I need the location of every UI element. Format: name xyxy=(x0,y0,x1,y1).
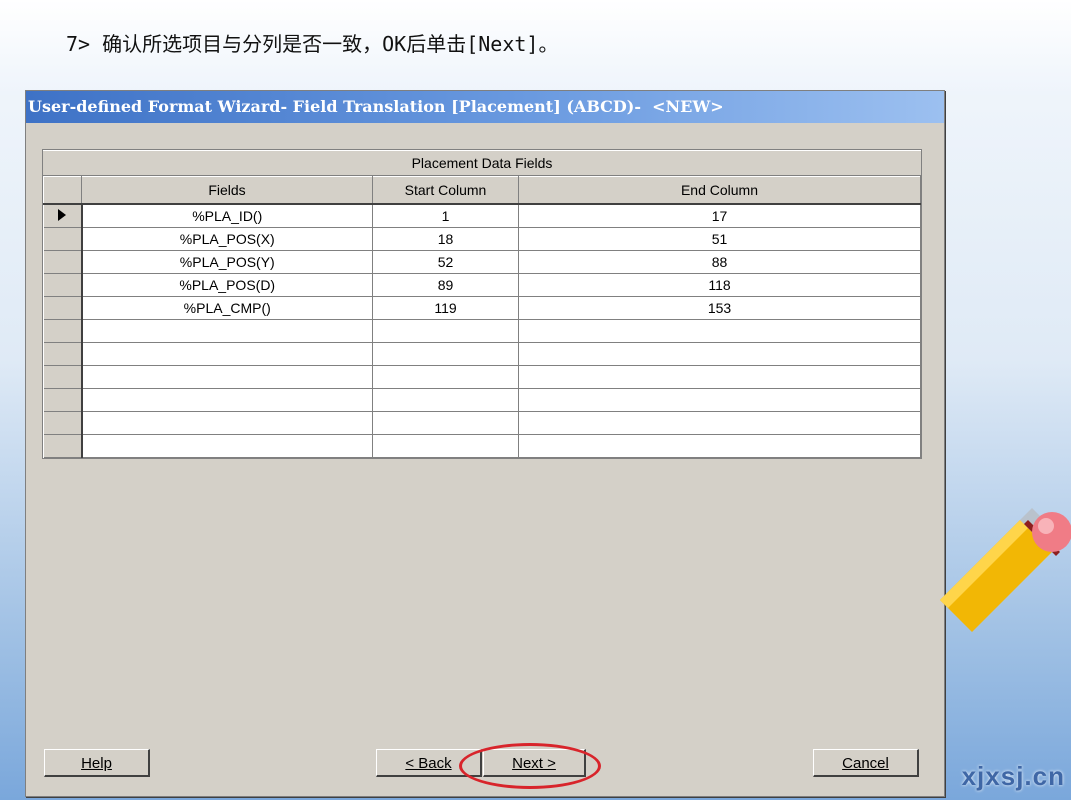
column-header-start-column[interactable]: Start Column xyxy=(372,176,519,205)
instruction-text: 7> 确认所选项目与分列是否一致，OK后单击[Next]。 xyxy=(66,32,559,56)
field-cell[interactable] xyxy=(81,388,373,412)
field-cell[interactable] xyxy=(81,434,373,458)
empty-row[interactable] xyxy=(43,342,921,366)
row-selector[interactable] xyxy=(43,296,83,320)
empty-row[interactable] xyxy=(43,319,921,343)
wizard-dialog: User-defined Format Wizard- Field Transl… xyxy=(25,90,945,797)
field-cell[interactable]: %PLA_ID() xyxy=(81,204,373,228)
brand-watermark: xjxsj.cn xyxy=(961,761,1065,791)
cancel-button[interactable]: Cancel xyxy=(813,749,919,777)
pencil-icon xyxy=(940,508,1071,632)
column-header-end-column[interactable]: End Column xyxy=(518,176,921,205)
end-column-cell[interactable]: 17 xyxy=(518,204,921,228)
end-column-cell[interactable] xyxy=(518,342,921,366)
placement-data-grid: Placement Data Fields Fields Start Colum… xyxy=(42,149,922,459)
empty-row[interactable] xyxy=(43,388,921,412)
field-cell[interactable]: %PLA_CMP() xyxy=(81,296,373,320)
empty-row[interactable] xyxy=(43,365,921,389)
row-selector[interactable] xyxy=(43,203,83,228)
end-column-cell[interactable]: 153 xyxy=(518,296,921,320)
help-button[interactable]: Help xyxy=(44,749,150,777)
start-column-cell[interactable]: 89 xyxy=(372,273,519,297)
end-column-cell[interactable] xyxy=(518,434,921,458)
row-selector[interactable] xyxy=(43,250,83,274)
end-column-cell[interactable] xyxy=(518,388,921,412)
start-column-cell[interactable]: 18 xyxy=(372,227,519,251)
end-column-cell[interactable]: 118 xyxy=(518,273,921,297)
field-cell[interactable] xyxy=(81,319,373,343)
row-selector[interactable] xyxy=(43,411,83,435)
row-indicator-header xyxy=(43,176,82,205)
field-cell[interactable] xyxy=(81,411,373,435)
row-selector[interactable] xyxy=(43,227,83,251)
row-selector[interactable] xyxy=(43,273,83,297)
start-column-cell[interactable]: 119 xyxy=(372,296,519,320)
fields-table: Fields Start Column End Column %PLA_ID()… xyxy=(43,176,921,458)
end-column-cell[interactable]: 88 xyxy=(518,250,921,274)
row-selector[interactable] xyxy=(43,342,83,366)
row-selector[interactable] xyxy=(43,434,83,458)
start-column-cell[interactable] xyxy=(372,319,519,343)
end-column-cell[interactable] xyxy=(518,365,921,389)
start-column-cell[interactable] xyxy=(372,342,519,366)
dialog-titlebar: User-defined Format Wizard- Field Transl… xyxy=(26,91,944,123)
start-column-cell[interactable]: 52 xyxy=(372,250,519,274)
next-button[interactable]: Next > xyxy=(483,749,586,777)
end-column-cell[interactable]: 51 xyxy=(518,227,921,251)
back-button[interactable]: < Back xyxy=(376,749,482,777)
current-row-arrow-icon xyxy=(58,209,66,221)
field-cell[interactable]: %PLA_POS(D) xyxy=(81,273,373,297)
empty-row[interactable] xyxy=(43,434,921,458)
field-cell[interactable] xyxy=(81,365,373,389)
empty-row[interactable] xyxy=(43,411,921,435)
row-selector[interactable] xyxy=(43,365,83,389)
start-column-cell[interactable]: 1 xyxy=(372,204,519,228)
row-selector[interactable] xyxy=(43,319,83,343)
end-column-cell[interactable] xyxy=(518,411,921,435)
column-header-fields[interactable]: Fields xyxy=(81,176,373,205)
table-row[interactable]: %PLA_ID() 1 17 xyxy=(43,203,921,228)
start-column-cell[interactable] xyxy=(372,411,519,435)
start-column-cell[interactable] xyxy=(372,434,519,458)
start-column-cell[interactable] xyxy=(372,365,519,389)
field-cell[interactable]: %PLA_POS(Y) xyxy=(81,250,373,274)
field-cell[interactable]: %PLA_POS(X) xyxy=(81,227,373,251)
table-row[interactable]: %PLA_CMP() 119 153 xyxy=(43,296,921,320)
end-column-cell[interactable] xyxy=(518,319,921,343)
row-selector[interactable] xyxy=(43,388,83,412)
table-row[interactable]: %PLA_POS(Y) 52 88 xyxy=(43,250,921,274)
grid-caption: Placement Data Fields xyxy=(43,150,921,176)
table-row[interactable]: %PLA_POS(D) 89 118 xyxy=(43,273,921,297)
table-row[interactable]: %PLA_POS(X) 18 51 xyxy=(43,227,921,251)
field-cell[interactable] xyxy=(81,342,373,366)
start-column-cell[interactable] xyxy=(372,388,519,412)
